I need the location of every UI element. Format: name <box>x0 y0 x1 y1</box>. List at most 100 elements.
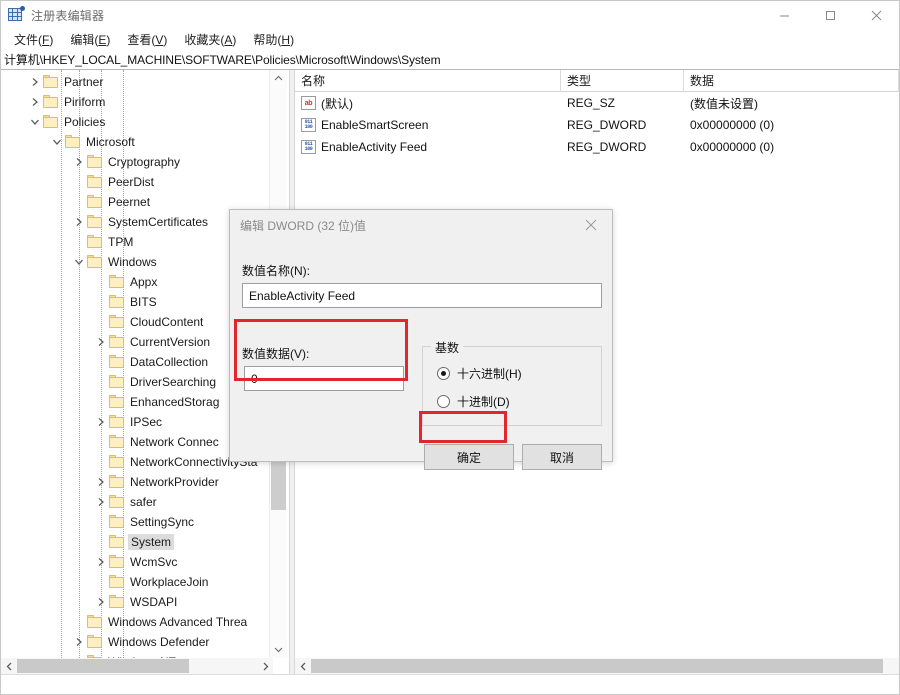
folder-icon <box>87 255 103 269</box>
tree-item-label: CurrentVersion <box>130 335 211 349</box>
scroll-up-icon[interactable] <box>270 70 287 87</box>
scroll-right-icon[interactable] <box>257 658 273 674</box>
tree-item-cryptography[interactable]: Cryptography <box>1 152 269 172</box>
chevron-right-icon[interactable] <box>93 332 109 352</box>
chevron-right-icon[interactable] <box>93 492 109 512</box>
chevron-right-icon[interactable] <box>71 152 87 172</box>
values-horizontal-scrollbar[interactable] <box>295 658 899 674</box>
tree-item-workplacejoin[interactable]: WorkplaceJoin <box>1 572 269 592</box>
tree-item-label: Network Connec <box>130 435 219 449</box>
tree-item-label: NetworkProvider <box>130 475 219 489</box>
edit-dword-dialog: 编辑 DWORD (32 位)值 数值名称(N): EnableActivity… <box>229 209 613 470</box>
folder-icon <box>109 275 125 289</box>
value-name-text: (默认) <box>321 96 353 111</box>
chevron-right-icon[interactable] <box>71 632 87 652</box>
close-icon[interactable] <box>853 1 899 29</box>
tree-item-label: Partner <box>64 75 104 89</box>
tree-item-label: Windows Advanced Threa <box>108 615 248 629</box>
tree-item-windows-advanced-threa[interactable]: Windows Advanced Threa <box>1 612 269 632</box>
chevron-down-icon[interactable] <box>49 132 65 152</box>
value-name-label: 数值名称(N): <box>242 264 310 278</box>
tree-item-label: EnhancedStorag <box>130 395 220 409</box>
value-data-input[interactable]: 0 <box>244 366 404 391</box>
tree-item-label: CloudContent <box>130 315 204 329</box>
tree-item-label: Policies <box>64 115 106 129</box>
menu-favorites[interactable]: 收藏夹(A) <box>176 29 245 50</box>
tree-item-label: WcmSvc <box>130 555 178 569</box>
value-type-cell: REG_SZ <box>567 96 616 110</box>
values-list[interactable]: ab (默认) REG_SZ (数值未设置) 011 100 EnableSmartScre… <box>295 92 899 158</box>
column-header-name[interactable]: 名称 <box>295 70 561 92</box>
radio-decimal-indicator <box>437 395 450 408</box>
column-header-data[interactable]: 数据 <box>684 70 899 92</box>
string-value-icon: ab <box>301 96 316 110</box>
chevron-right-icon[interactable] <box>93 592 109 612</box>
dialog-title-bar: 编辑 DWORD (32 位)值 <box>230 210 612 240</box>
cancel-button[interactable]: 取消 <box>522 444 602 470</box>
radio-decimal[interactable]: 十进制(D) <box>437 393 510 410</box>
chevron-right-icon[interactable] <box>27 72 43 92</box>
tree-item-microsoft[interactable]: Microsoft <box>1 132 269 152</box>
value-row[interactable]: 011 100 EnableSmartScreen REG_DWORD 0x000000… <box>295 114 899 136</box>
menu-view[interactable]: 查看(V) <box>119 29 176 50</box>
value-name-text: EnableActivity Feed <box>321 140 428 154</box>
chevron-right-icon[interactable] <box>93 472 109 492</box>
chevron-right-icon[interactable] <box>27 92 43 112</box>
menu-file[interactable]: 文件(F) <box>6 29 62 50</box>
folder-icon <box>109 455 125 469</box>
chevron-right-icon[interactable] <box>93 412 109 432</box>
value-name-input[interactable]: EnableActivity Feed <box>242 283 602 308</box>
tree-hscroll-thumb[interactable] <box>17 659 189 673</box>
tree-horizontal-scrollbar[interactable] <box>1 658 273 674</box>
minimize-icon[interactable] <box>761 1 807 29</box>
column-header-type[interactable]: 类型 <box>561 70 684 92</box>
tree-item-piriform[interactable]: Piriform <box>1 92 269 112</box>
folder-icon <box>87 215 103 229</box>
chevron-down-icon[interactable] <box>71 252 87 272</box>
scroll-left-icon[interactable] <box>1 658 17 674</box>
folder-icon <box>87 615 103 629</box>
radio-hexadecimal[interactable]: 十六进制(H) <box>437 365 522 382</box>
tree-item-partner[interactable]: Partner <box>1 72 269 92</box>
folder-icon <box>87 635 103 649</box>
dword-value-icon: 011 100 <box>301 118 316 132</box>
value-row[interactable]: 011 100 EnableActivity Feed REG_DWORD 0x0000… <box>295 136 899 158</box>
chevron-down-icon[interactable] <box>27 112 43 132</box>
tree-item-policies[interactable]: Policies <box>1 112 269 132</box>
tree-item-windows-defender[interactable]: Windows Defender <box>1 632 269 652</box>
menu-help[interactable]: 帮助(H) <box>245 29 303 50</box>
menu-bar: 文件(F) 编辑(E) 查看(V) 收藏夹(A) 帮助(H) <box>1 29 899 49</box>
tree-item-system[interactable]: System <box>1 532 269 552</box>
scroll-down-icon[interactable] <box>270 641 287 658</box>
address-bar[interactable]: 计算机\HKEY_LOCAL_MACHINE\SOFTWARE\Policies… <box>1 49 899 70</box>
chevron-right-icon[interactable] <box>93 552 109 572</box>
chevron-right-icon[interactable] <box>71 212 87 232</box>
tree-item-peerdist[interactable]: PeerDist <box>1 172 269 192</box>
tree-item-settingsync[interactable]: SettingSync <box>1 512 269 532</box>
registry-editor-icon <box>8 6 25 23</box>
radio-hexadecimal-indicator <box>437 367 450 380</box>
tree-item-wcmsvc[interactable]: WcmSvc <box>1 552 269 572</box>
value-row[interactable]: ab (默认) REG_SZ (数值未设置) <box>295 92 899 114</box>
radio-hexadecimal-label: 十六进制(H) <box>457 367 522 381</box>
menu-edit[interactable]: 编辑(E) <box>62 29 119 50</box>
tree-item-label: BITS <box>130 295 157 309</box>
folder-icon <box>43 95 59 109</box>
tree-item-label: Appx <box>130 275 158 289</box>
folder-icon <box>109 515 125 529</box>
values-hscroll-thumb[interactable] <box>311 659 883 673</box>
tree-item-networkprovider[interactable]: NetworkProvider <box>1 472 269 492</box>
title-bar: 注册表编辑器 <box>1 1 899 29</box>
tree-item-wsdapi[interactable]: WSDAPI <box>1 592 269 612</box>
ok-button[interactable]: 确定 <box>424 444 514 470</box>
tree-item-label: System <box>128 534 175 550</box>
values-scroll-left-icon[interactable] <box>295 658 311 674</box>
tree-item-label: Windows Defender <box>108 635 210 649</box>
tree-item-safer[interactable]: safer <box>1 492 269 512</box>
dialog-close-icon[interactable] <box>570 210 612 240</box>
maximize-icon[interactable] <box>807 1 853 29</box>
